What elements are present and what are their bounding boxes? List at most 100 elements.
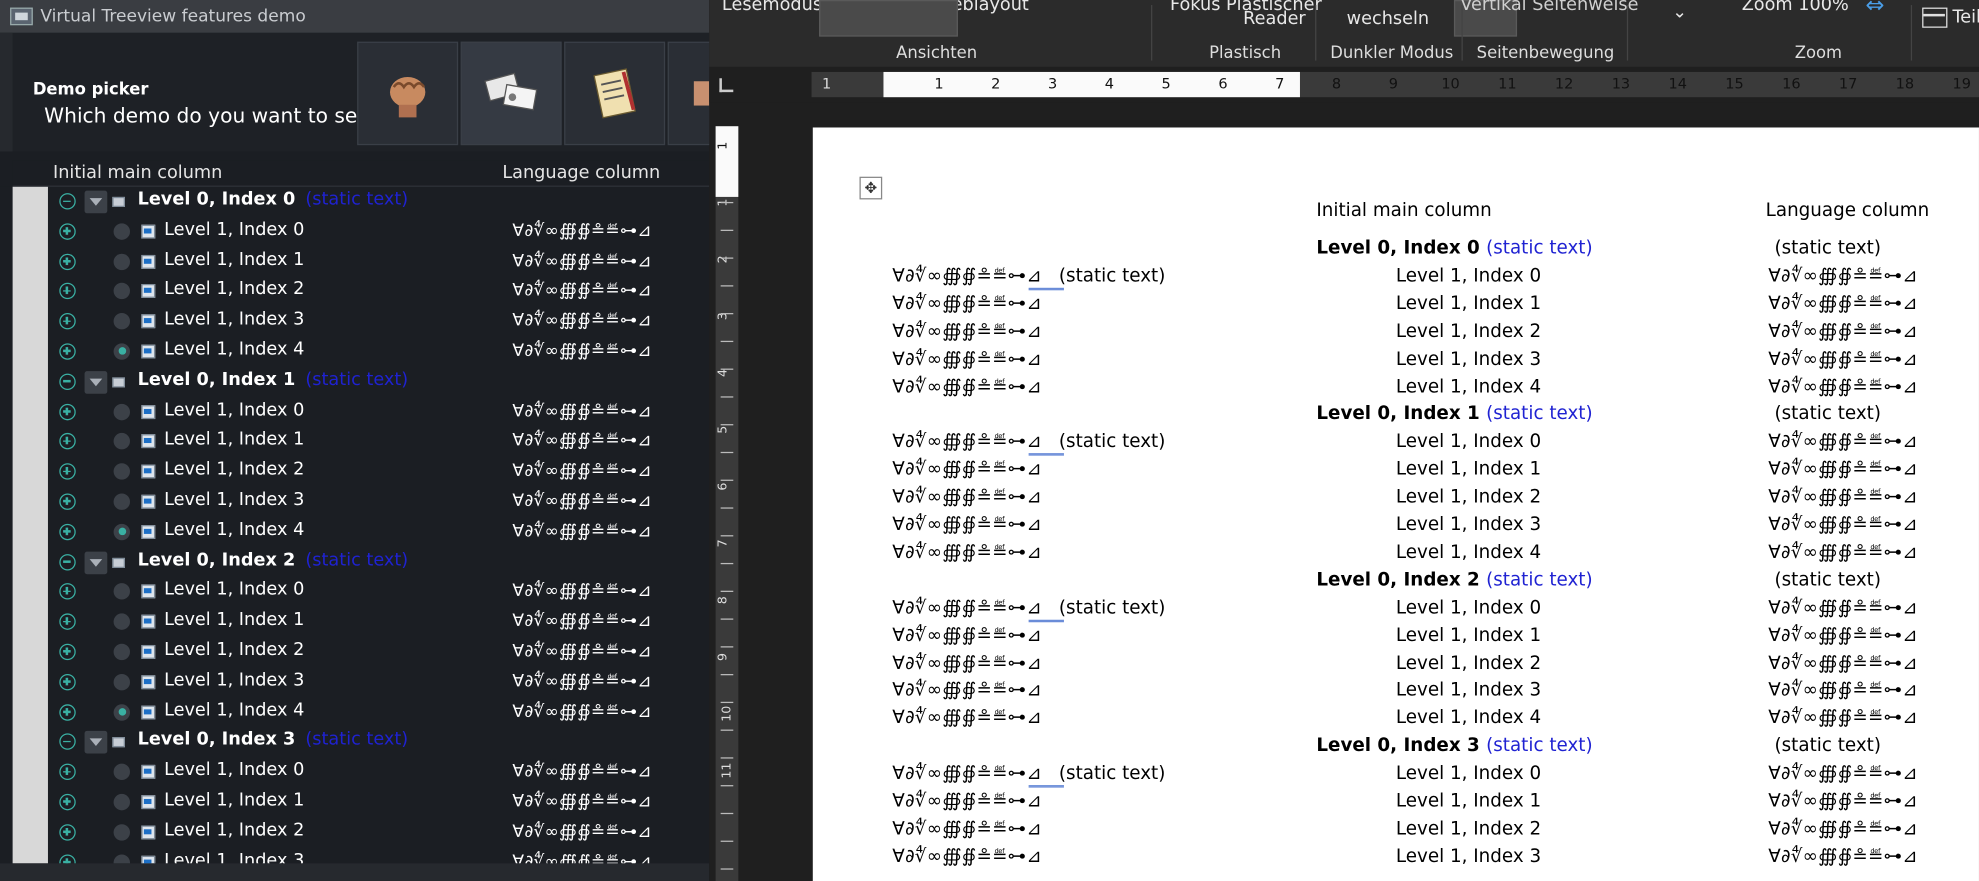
tree-node-level1[interactable]: Level 1, Index 2 ∀∂∜∞∰∯≗≝⊶⊿ xyxy=(48,818,709,848)
dark-mode-switch-label[interactable]: wechseln xyxy=(1347,9,1429,29)
radio-button[interactable] xyxy=(113,793,130,811)
expand-icon[interactable] xyxy=(59,673,76,691)
radio-button[interactable] xyxy=(113,823,130,841)
expand-icon[interactable] xyxy=(59,313,76,330)
radio-button[interactable] xyxy=(113,283,130,300)
radio-button[interactable] xyxy=(113,223,130,240)
tree-node-level1[interactable]: Level 1, Index 1 ∀∂∜∞∰∯≗≝⊶⊿ xyxy=(48,427,709,457)
radio-button[interactable] xyxy=(113,583,130,600)
tree-node-level1[interactable]: Level 1, Index 0 ∀∂∜∞∰∯≗≝⊶⊿ xyxy=(48,757,709,787)
radio-button[interactable] xyxy=(113,313,130,330)
tree-node-level1[interactable]: Level 1, Index 0 ∀∂∜∞∰∯≗≝⊶⊿ xyxy=(48,577,709,607)
tree-node-level1[interactable]: Level 1, Index 2 ∀∂∜∞∰∯≗≝⊶⊿ xyxy=(48,277,709,307)
tree-node-level1[interactable]: Level 1, Index 0 ∀∂∜∞∰∯≗≝⊶⊿ xyxy=(48,217,709,247)
radio-button[interactable] xyxy=(113,403,130,420)
expand-icon[interactable] xyxy=(59,493,76,510)
radio-button[interactable] xyxy=(113,523,130,540)
checkbox-dropdown-icon[interactable] xyxy=(84,731,108,754)
demo-thumb-checklist[interactable] xyxy=(564,41,666,146)
ruler-tick xyxy=(720,396,734,398)
tree-node-level1[interactable]: Level 1, Index 3 ∀∂∜∞∰∯≗≝⊶⊿ xyxy=(48,667,709,697)
collapse-icon[interactable] xyxy=(59,733,76,751)
window-titlebar[interactable]: Virtual Treeview features demo xyxy=(0,0,710,33)
doc-lang-cell-right: ∀∂∜∞∰∯≗≝⊶⊿ xyxy=(1768,708,1918,729)
expand-icon[interactable] xyxy=(59,283,76,300)
column-header-language[interactable]: Language column xyxy=(502,163,660,183)
tree-node-level0[interactable]: Level 0, Index 2 (static text) xyxy=(48,547,709,577)
tree-node-level0[interactable]: Level 0, Index 0 (static text) xyxy=(48,187,709,217)
vertical-ruler[interactable]: 11234567891011 xyxy=(715,126,739,881)
radio-button[interactable] xyxy=(113,433,130,450)
expand-icon[interactable] xyxy=(59,583,76,600)
expand-icon[interactable] xyxy=(59,433,76,450)
column-header-main[interactable]: Initial main column xyxy=(53,163,222,183)
expand-icon[interactable] xyxy=(59,763,76,781)
expand-icon[interactable] xyxy=(59,463,76,480)
demo-thumb-partial[interactable] xyxy=(667,41,710,146)
checkbox-dropdown-icon[interactable] xyxy=(84,190,108,214)
print-layout-button[interactable] xyxy=(819,0,958,37)
expand-icon[interactable] xyxy=(59,823,76,841)
checkbox-dropdown-icon[interactable] xyxy=(84,370,108,394)
tree-node-level1[interactable]: Level 1, Index 4 ∀∂∜∞∰∯≗≝⊶⊿ xyxy=(48,697,709,727)
document-page[interactable]: ✥ Initial main column Language column Le… xyxy=(812,127,1979,881)
expand-icon[interactable] xyxy=(59,853,76,864)
expand-icon[interactable] xyxy=(59,223,76,240)
checkbox-dropdown-icon[interactable] xyxy=(84,551,108,574)
collapse-icon[interactable] xyxy=(59,553,76,570)
radio-button[interactable] xyxy=(113,763,130,781)
tree-node-level0[interactable]: Level 0, Index 1 (static text) xyxy=(48,367,709,397)
ruler-tick xyxy=(720,757,734,759)
radio-button[interactable] xyxy=(113,853,130,864)
ruler-tick xyxy=(720,868,734,870)
reader-button-label[interactable]: Reader xyxy=(1243,9,1306,29)
page-width-icon[interactable]: ⇔ xyxy=(1865,0,1884,19)
tree-node-level1[interactable]: Level 1, Index 3 ∀∂∜∞∰∯≗≝⊶⊿ xyxy=(48,848,709,864)
tree-node-level1[interactable]: Level 1, Index 0 ∀∂∜∞∰∯≗≝⊶⊿ xyxy=(48,397,709,427)
expand-icon[interactable] xyxy=(59,403,76,420)
tree-node-level1[interactable]: Level 1, Index 1 ∀∂∜∞∰∯≗≝⊶⊿ xyxy=(48,247,709,277)
demo-thumb-fist[interactable] xyxy=(357,41,459,146)
collapse-icon[interactable] xyxy=(59,373,76,390)
expand-icon[interactable] xyxy=(59,613,76,631)
doc-lang-cell-right: ∀∂∜∞∰∯≗≝⊶⊿ xyxy=(1768,791,1918,812)
expand-icon[interactable] xyxy=(59,253,76,270)
tree-node-level1[interactable]: Level 1, Index 4 ∀∂∜∞∰∯≗≝⊶⊿ xyxy=(48,517,709,547)
tree-node-level1[interactable]: Level 1, Index 4 ∀∂∜∞∰∯≗≝⊶⊿ xyxy=(48,337,709,367)
expand-icon[interactable] xyxy=(59,643,76,661)
doc-level1-row: ∀∂∜∞∰∯≗≝⊶⊿ Level 1, Index 1 ∀∂∜∞∰∯≗≝⊶⊿ xyxy=(813,460,1979,488)
demo-thumb-cards[interactable] xyxy=(460,41,562,146)
doc-static-text: (static text) xyxy=(1486,404,1593,425)
expand-icon[interactable] xyxy=(59,343,76,360)
radio-button[interactable] xyxy=(113,493,130,510)
tab-selector-icon[interactable] xyxy=(719,78,734,93)
split-window-icon[interactable] xyxy=(1922,7,1948,28)
expand-icon[interactable] xyxy=(59,703,76,721)
expand-icon[interactable] xyxy=(59,793,76,811)
tree-node-level1[interactable]: Level 1, Index 3 ∀∂∜∞∰∯≗≝⊶⊿ xyxy=(48,487,709,517)
radio-button[interactable] xyxy=(113,463,130,480)
radio-button[interactable] xyxy=(113,703,130,721)
tree-node-level1[interactable]: Level 1, Index 2 ∀∂∜∞∰∯≗≝⊶⊿ xyxy=(48,457,709,487)
node-image-icon xyxy=(141,855,156,864)
table-move-handle-icon[interactable]: ✥ xyxy=(859,176,883,200)
radio-button[interactable] xyxy=(113,613,130,631)
expand-icon[interactable] xyxy=(59,523,76,540)
horizontal-ruler[interactable]: 1 1 2 3 4 5 6 7 8 9 10 11 12 13 14 15 16 17 18 19 xyxy=(811,71,1979,98)
tree-node-level0[interactable]: Level 0, Index 3 (static text) xyxy=(48,727,709,757)
doc-lang-cell: ∀∂∜∞∰∯≗≝⊶⊿ xyxy=(892,459,1042,480)
collapse-icon[interactable] xyxy=(59,193,76,210)
radio-button[interactable] xyxy=(113,343,130,360)
tree-node-level1[interactable]: Level 1, Index 1 ∀∂∜∞∰∯≗≝⊶⊿ xyxy=(48,607,709,637)
radio-button[interactable] xyxy=(113,643,130,661)
chevron-down-icon[interactable]: ⌄ xyxy=(1672,3,1687,23)
node-caption: Level 1, Index 3 xyxy=(164,309,305,330)
split-button-label[interactable]: Teile xyxy=(1952,8,1979,28)
radio-button[interactable] xyxy=(113,673,130,691)
tree-view[interactable]: Level 0, Index 0 (static text) Level 1, In… xyxy=(48,187,709,864)
radio-button[interactable] xyxy=(113,253,130,270)
tree-node-level1[interactable]: Level 1, Index 3 ∀∂∜∞∰∯≗≝⊶⊿ xyxy=(48,307,709,337)
tree-node-level1[interactable]: Level 1, Index 2 ∀∂∜∞∰∯≗≝⊶⊿ xyxy=(48,637,709,667)
node-caption: Level 1, Index 0 xyxy=(164,399,305,420)
tree-node-level1[interactable]: Level 1, Index 1 ∀∂∜∞∰∯≗≝⊶⊿ xyxy=(48,788,709,818)
